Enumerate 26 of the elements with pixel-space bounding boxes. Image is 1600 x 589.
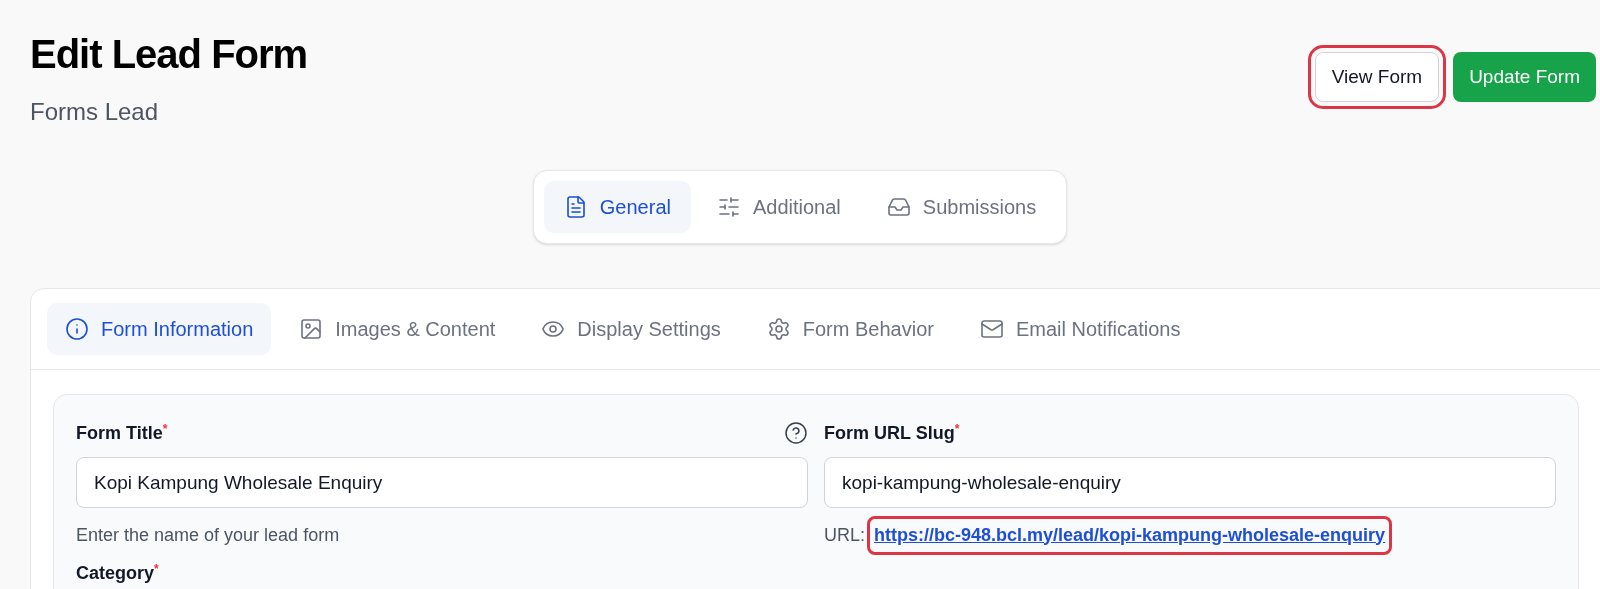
section-tab[interactable]: Submissions bbox=[866, 181, 1057, 233]
form-tab[interactable]: Form Information bbox=[47, 303, 272, 355]
form-tab[interactable]: Images & Content bbox=[281, 303, 514, 355]
field-label: Form Title$^{*}$ bbox=[76, 420, 168, 445]
text-field[interactable]: kopi-kampung-wholesale-enquiry bbox=[824, 457, 1556, 508]
page-subtitle: Forms Lead bbox=[30, 97, 160, 127]
info-icon bbox=[65, 317, 89, 341]
page-title: Edit Lead Form bbox=[30, 31, 308, 78]
mail-icon bbox=[979, 317, 1004, 341]
inbox-icon bbox=[886, 195, 911, 219]
text-field[interactable]: Kopi Kampung Wholesale Enquiry bbox=[76, 457, 808, 508]
form-tab[interactable]: Form Behavior bbox=[748, 303, 952, 355]
settings-icon bbox=[766, 317, 791, 341]
field-label: Form URL Slug$^{*}$ bbox=[824, 420, 960, 445]
help-icon[interactable] bbox=[784, 421, 808, 445]
form-tab[interactable]: Display Settings bbox=[523, 303, 739, 355]
form-tab[interactable]: Email Notifications bbox=[961, 303, 1199, 355]
section-tab[interactable]: Additional bbox=[696, 181, 861, 233]
field-label: Category$^{*}$ bbox=[76, 563, 159, 583]
url-prefix: URL: bbox=[824, 523, 865, 547]
field-hint: Enter the name of your lead form bbox=[76, 523, 340, 547]
form-url-link[interactable]: https://bc-948.bcl.my/lead/kopi-kampung-wholesale-enquiry bbox=[867, 515, 1393, 555]
image-icon bbox=[299, 317, 324, 341]
sliders-icon bbox=[716, 195, 741, 219]
update-button[interactable]: Update Form bbox=[1453, 52, 1596, 102]
section-tab[interactable]: General bbox=[543, 181, 691, 233]
